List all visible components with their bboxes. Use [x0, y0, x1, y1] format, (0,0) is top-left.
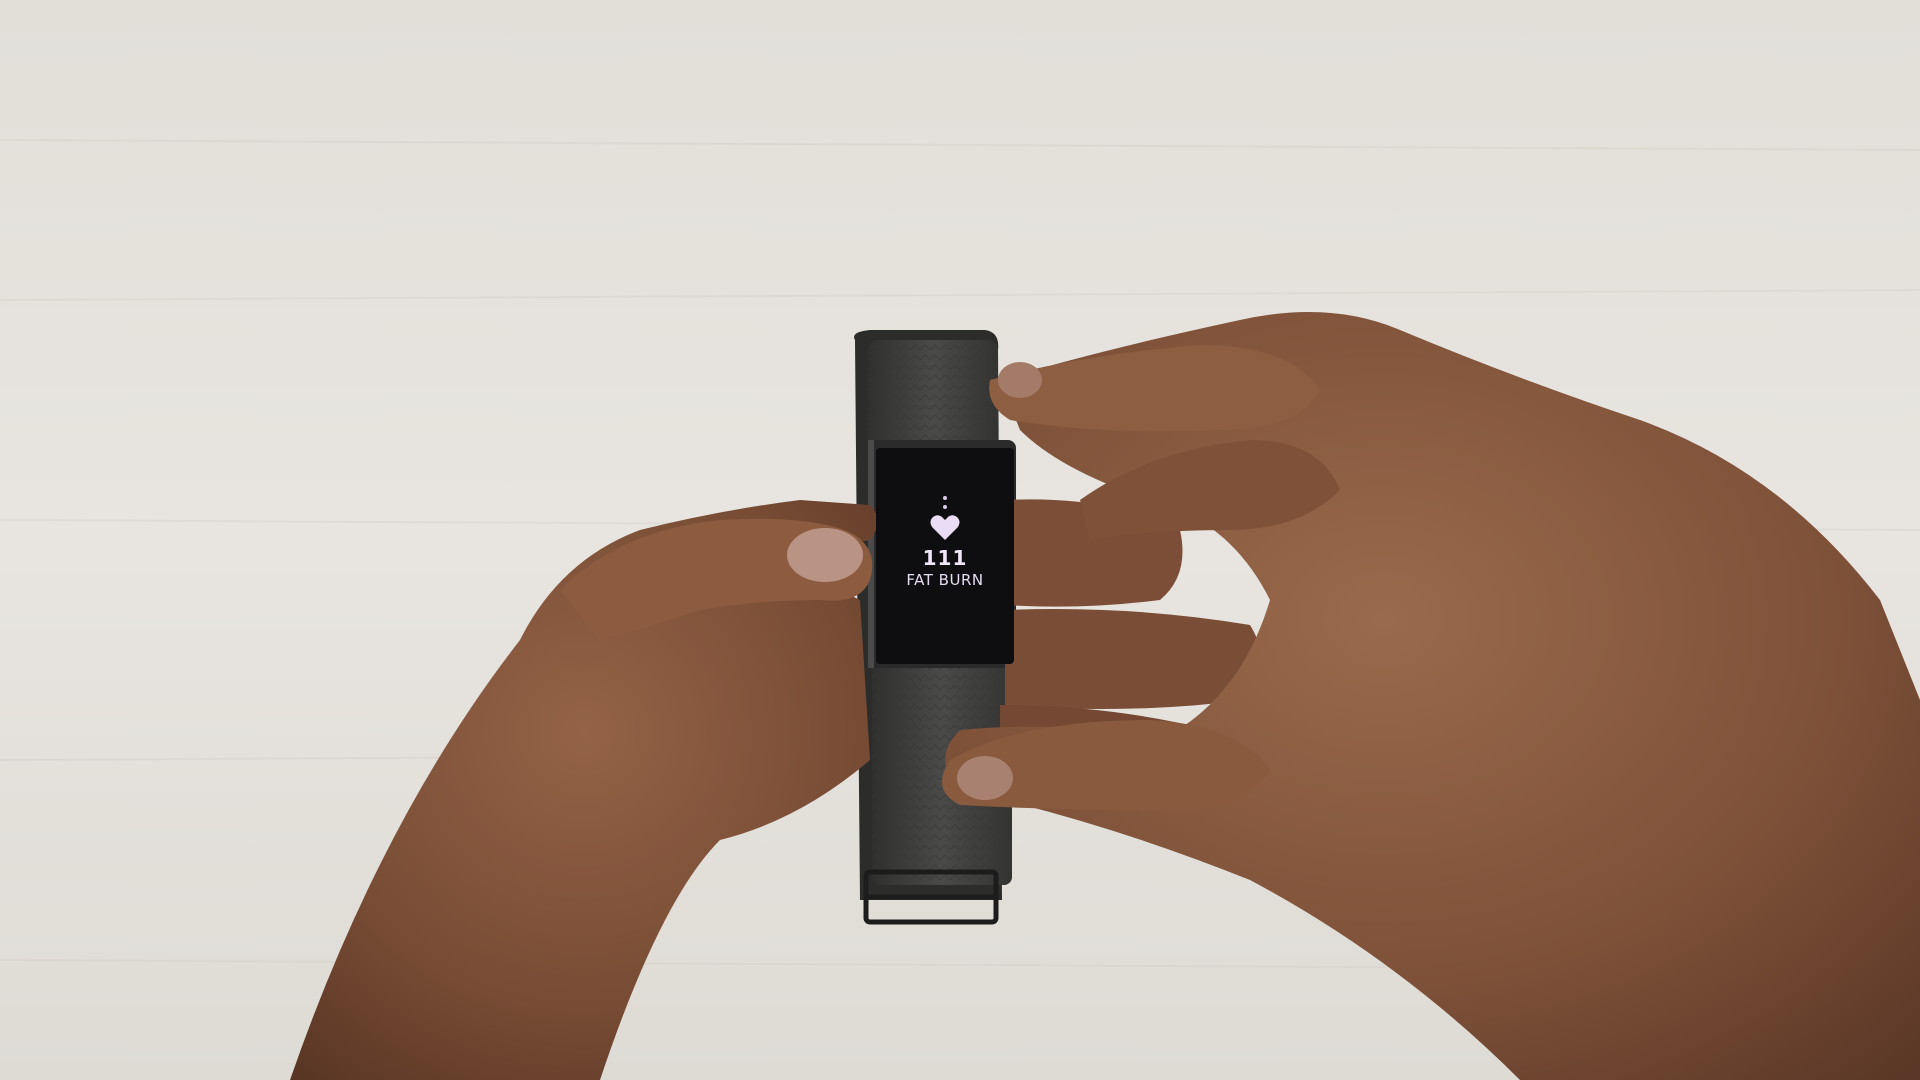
right-thumbnail — [957, 756, 1013, 800]
heart-rate-value: 111 — [922, 546, 968, 570]
right-index-nail — [998, 362, 1042, 398]
left-thumbnail — [787, 528, 863, 582]
tracker-display: 111 FAT BURN — [876, 444, 1014, 664]
page-dot — [943, 505, 947, 509]
photo-scene: 111 FAT BURN — [0, 0, 1920, 1080]
vertical-dots-icon — [943, 496, 947, 509]
page-dot — [943, 496, 947, 500]
heart-rate-zone-label: FAT BURN — [906, 571, 984, 589]
heart-icon — [930, 515, 960, 540]
